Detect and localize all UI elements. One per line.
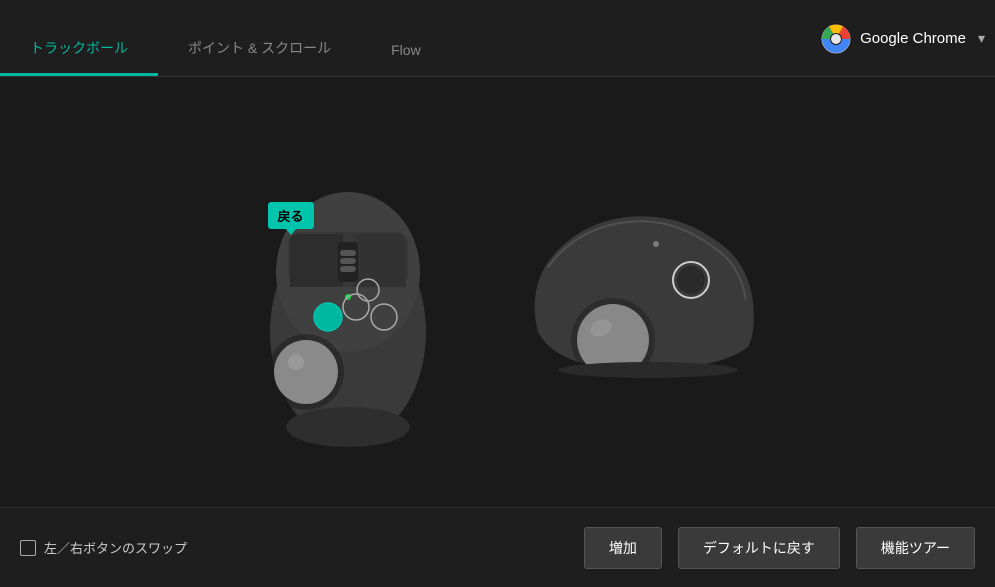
swap-buttons-area: 左／右ボタンのスワップ [20,538,187,557]
mouse-front-view: 戻る [248,142,448,462]
mouse-side-view [508,192,748,412]
mouse-front-svg: logi [248,142,448,462]
swap-buttons-label: 左／右ボタンのスワップ [44,538,187,557]
tour-button[interactable]: 機能ツアー [856,527,975,569]
app-selector[interactable]: Google Chrome ▾ [820,0,995,77]
app-name-label: Google Chrome [860,30,966,47]
tab-pointscroll[interactable]: ポイント & スクロール [158,0,361,76]
mouse-side-svg [508,192,768,392]
chevron-down-icon: ▾ [978,30,985,47]
tab-trackball[interactable]: トラックボール [0,0,158,76]
bottom-bar: 左／右ボタンのスワップ 増加 デフォルトに戻す 機能ツアー [0,507,995,587]
tab-flow[interactable]: Flow [361,0,451,76]
main-content: 戻る [0,77,995,527]
default-button[interactable]: デフォルトに戻す [678,527,840,569]
button-tooltip-back[interactable]: 戻る [268,202,314,229]
chrome-icon [820,23,852,55]
swap-buttons-checkbox[interactable] [20,540,36,556]
tab-bar: トラックボール ポイント & スクロール Flow Google Chrome … [0,0,995,77]
increase-button[interactable]: 増加 [584,527,662,569]
